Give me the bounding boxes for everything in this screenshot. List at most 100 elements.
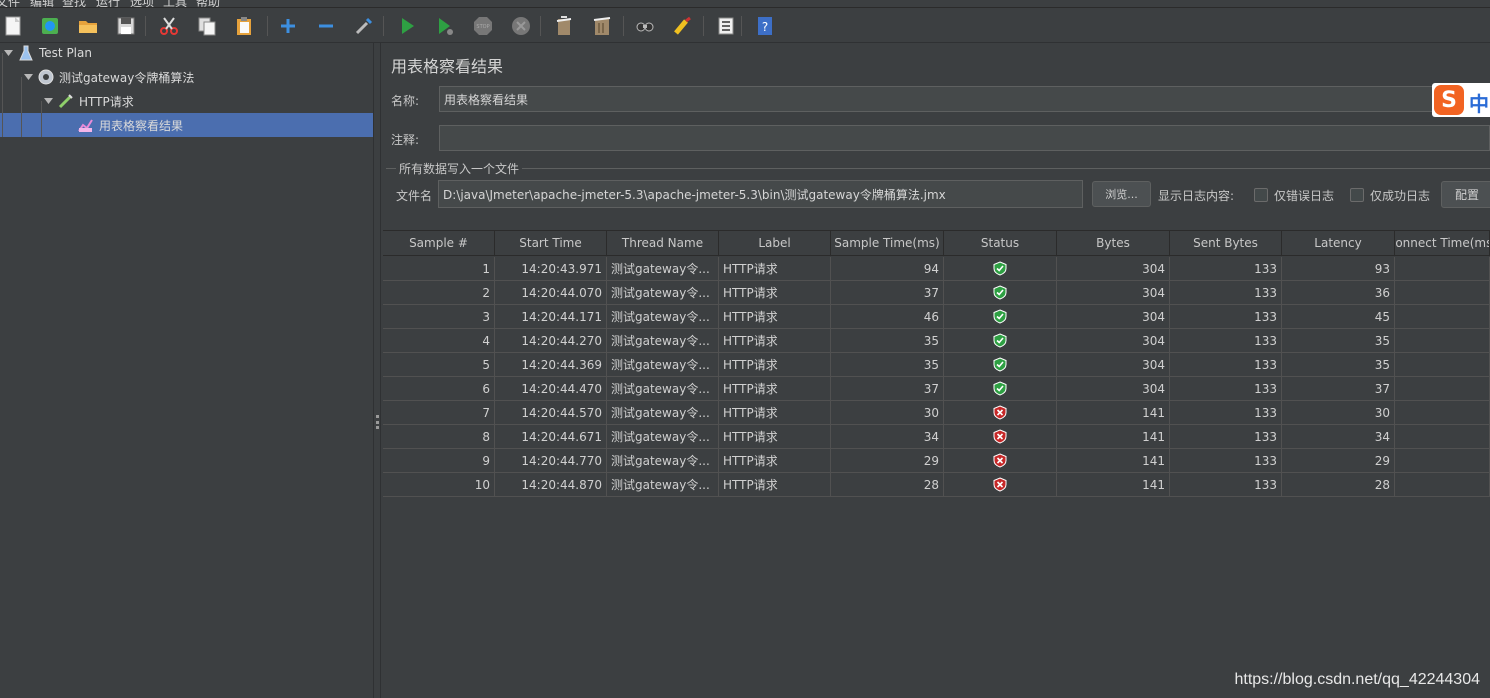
menu-item[interactable]: 运行 <box>96 0 120 7</box>
cell-bytes: 304 <box>1057 281 1170 305</box>
cell-time: 94 <box>831 257 944 281</box>
table-row[interactable]: 4 14:20:44.270 测试gateway令... HTTP请求 35 304 133… <box>383 329 1490 353</box>
table-row[interactable]: 3 14:20:44.171 测试gateway令... HTTP请求 46 304 133… <box>383 305 1490 329</box>
cell-latency: 93 <box>1282 257 1395 281</box>
browse-button[interactable]: 浏览... <box>1092 181 1151 207</box>
toggle-button[interactable] <box>352 14 376 38</box>
save-button[interactable] <box>114 14 138 38</box>
table-row[interactable]: 9 14:20:44.770 测试gateway令... HTTP请求 29 141 133… <box>383 449 1490 473</box>
errors-only-checkbox[interactable] <box>1254 188 1268 202</box>
name-label: 名称: <box>391 94 420 108</box>
expand-button[interactable] <box>276 14 300 38</box>
menu-item[interactable]: 文件 <box>0 0 20 7</box>
ime-indicator[interactable]: S 中 <box>1432 83 1490 117</box>
column-header[interactable]: Label <box>719 230 831 256</box>
menu-item[interactable]: 选项 <box>130 0 154 7</box>
cell-start: 14:20:44.671 <box>495 425 607 449</box>
column-header[interactable]: Status <box>944 230 1057 256</box>
cell-time: 34 <box>831 425 944 449</box>
cell-thread: 测试gateway令... <box>607 401 719 425</box>
column-header[interactable]: Sent Bytes <box>1170 230 1282 256</box>
collapse-button[interactable] <box>314 14 338 38</box>
help-button[interactable]: ? <box>753 14 777 38</box>
clear-icon <box>556 16 572 35</box>
cell-start: 14:20:44.171 <box>495 305 607 329</box>
cell-connect <box>1395 473 1490 497</box>
cell-bytes: 141 <box>1057 473 1170 497</box>
splitter-grip[interactable] <box>376 415 379 429</box>
status-cell <box>944 473 1057 497</box>
expand-arrow-icon[interactable] <box>43 96 53 106</box>
menu-item[interactable]: 帮助 <box>196 0 220 7</box>
search-button[interactable] <box>633 14 657 38</box>
status-cell <box>944 425 1057 449</box>
error-shield-icon <box>993 405 1007 420</box>
tree-node[interactable]: HTTP请求 <box>0 89 373 113</box>
cell-thread: 测试gateway令... <box>607 473 719 497</box>
cell-latency: 36 <box>1282 281 1395 305</box>
svg-text:?: ? <box>762 20 768 34</box>
column-header[interactable]: Bytes <box>1057 230 1170 256</box>
cut-button[interactable] <box>157 14 181 38</box>
menu-item[interactable]: 编辑 <box>30 0 54 7</box>
group-border <box>522 168 1490 169</box>
filename-field[interactable]: D:\java\Jmeter\apache-jmeter-5.3\apache-… <box>438 180 1083 208</box>
column-header[interactable]: Latency <box>1282 230 1395 256</box>
cell-sent: 133 <box>1170 473 1282 497</box>
menu-item[interactable]: 工具 <box>163 0 187 7</box>
menu-item[interactable]: 查找 <box>62 0 86 7</box>
cell-bytes: 141 <box>1057 425 1170 449</box>
expand-arrow-icon[interactable] <box>23 72 33 82</box>
success-only-checkbox[interactable] <box>1350 188 1364 202</box>
function-helper-button[interactable] <box>714 14 738 38</box>
table-row[interactable]: 10 14:20:44.870 测试gateway令... HTTP请求 28 141 13… <box>383 473 1490 497</box>
expand-arrow-icon[interactable] <box>3 48 13 58</box>
status-cell <box>944 401 1057 425</box>
watermark: https://blog.csdn.net/qq_42244304 <box>1234 671 1480 688</box>
shutdown-button[interactable] <box>509 14 533 38</box>
start-button[interactable] <box>395 14 419 38</box>
paste-button[interactable] <box>232 14 256 38</box>
start-no-pause-button[interactable] <box>433 14 457 38</box>
errors-only-label: 仅错误日志 <box>1274 189 1335 203</box>
table-row[interactable]: 5 14:20:44.369 测试gateway令... HTTP请求 35 304 133… <box>383 353 1490 377</box>
open-button[interactable] <box>76 14 100 38</box>
comment-field[interactable] <box>439 125 1490 151</box>
copy-button[interactable] <box>195 14 219 38</box>
error-shield-icon <box>993 453 1007 468</box>
comment-label: 注释: <box>391 133 420 147</box>
log-content-label: 显示日志内容: <box>1158 189 1235 203</box>
tree-node[interactable]: Test Plan <box>0 41 373 65</box>
collapse-icon <box>319 24 333 28</box>
table-row[interactable]: 1 14:20:43.971 测试gateway令... HTTP请求 94 304 133… <box>383 257 1490 281</box>
column-header[interactable]: Thread Name <box>607 230 719 256</box>
cell-thread: 测试gateway令... <box>607 449 719 473</box>
cell-sample: 10 <box>383 473 495 497</box>
cell-label: HTTP请求 <box>719 257 831 281</box>
tree-node[interactable]: 用表格察看结果 <box>0 113 373 137</box>
name-field[interactable]: 用表格察看结果 <box>439 86 1490 112</box>
table-row[interactable]: 7 14:20:44.570 测试gateway令... HTTP请求 30 141 133… <box>383 401 1490 425</box>
cell-latency: 34 <box>1282 425 1395 449</box>
configure-button[interactable]: 配置 <box>1441 181 1490 208</box>
column-header[interactable]: Connect Time(ms) <box>1395 230 1490 256</box>
table-row[interactable]: 6 14:20:44.470 测试gateway令... HTTP请求 37 304 133… <box>383 377 1490 401</box>
status-cell <box>944 281 1057 305</box>
cell-sent: 133 <box>1170 329 1282 353</box>
column-header[interactable]: Sample Time(ms) <box>831 230 944 256</box>
new-button[interactable] <box>1 14 25 38</box>
column-header[interactable]: Sample # <box>383 230 495 256</box>
reset-search-button[interactable] <box>671 14 695 38</box>
column-header[interactable]: Start Time <box>495 230 607 256</box>
ime-mode-label: 中 <box>1469 92 1489 116</box>
split-pane-divider[interactable] <box>373 43 381 698</box>
table-row[interactable]: 8 14:20:44.671 测试gateway令... HTTP请求 34 141 133… <box>383 425 1490 449</box>
table-row[interactable]: 2 14:20:44.070 测试gateway令... HTTP请求 37 304 133… <box>383 281 1490 305</box>
stop-button[interactable]: STOP <box>471 14 495 38</box>
cell-connect <box>1395 353 1490 377</box>
templates-button[interactable] <box>38 14 62 38</box>
cell-sent: 133 <box>1170 353 1282 377</box>
clear-all-button[interactable] <box>590 14 614 38</box>
clear-button[interactable] <box>552 14 576 38</box>
tree-node[interactable]: 测试gateway令牌桶算法 <box>0 65 373 89</box>
